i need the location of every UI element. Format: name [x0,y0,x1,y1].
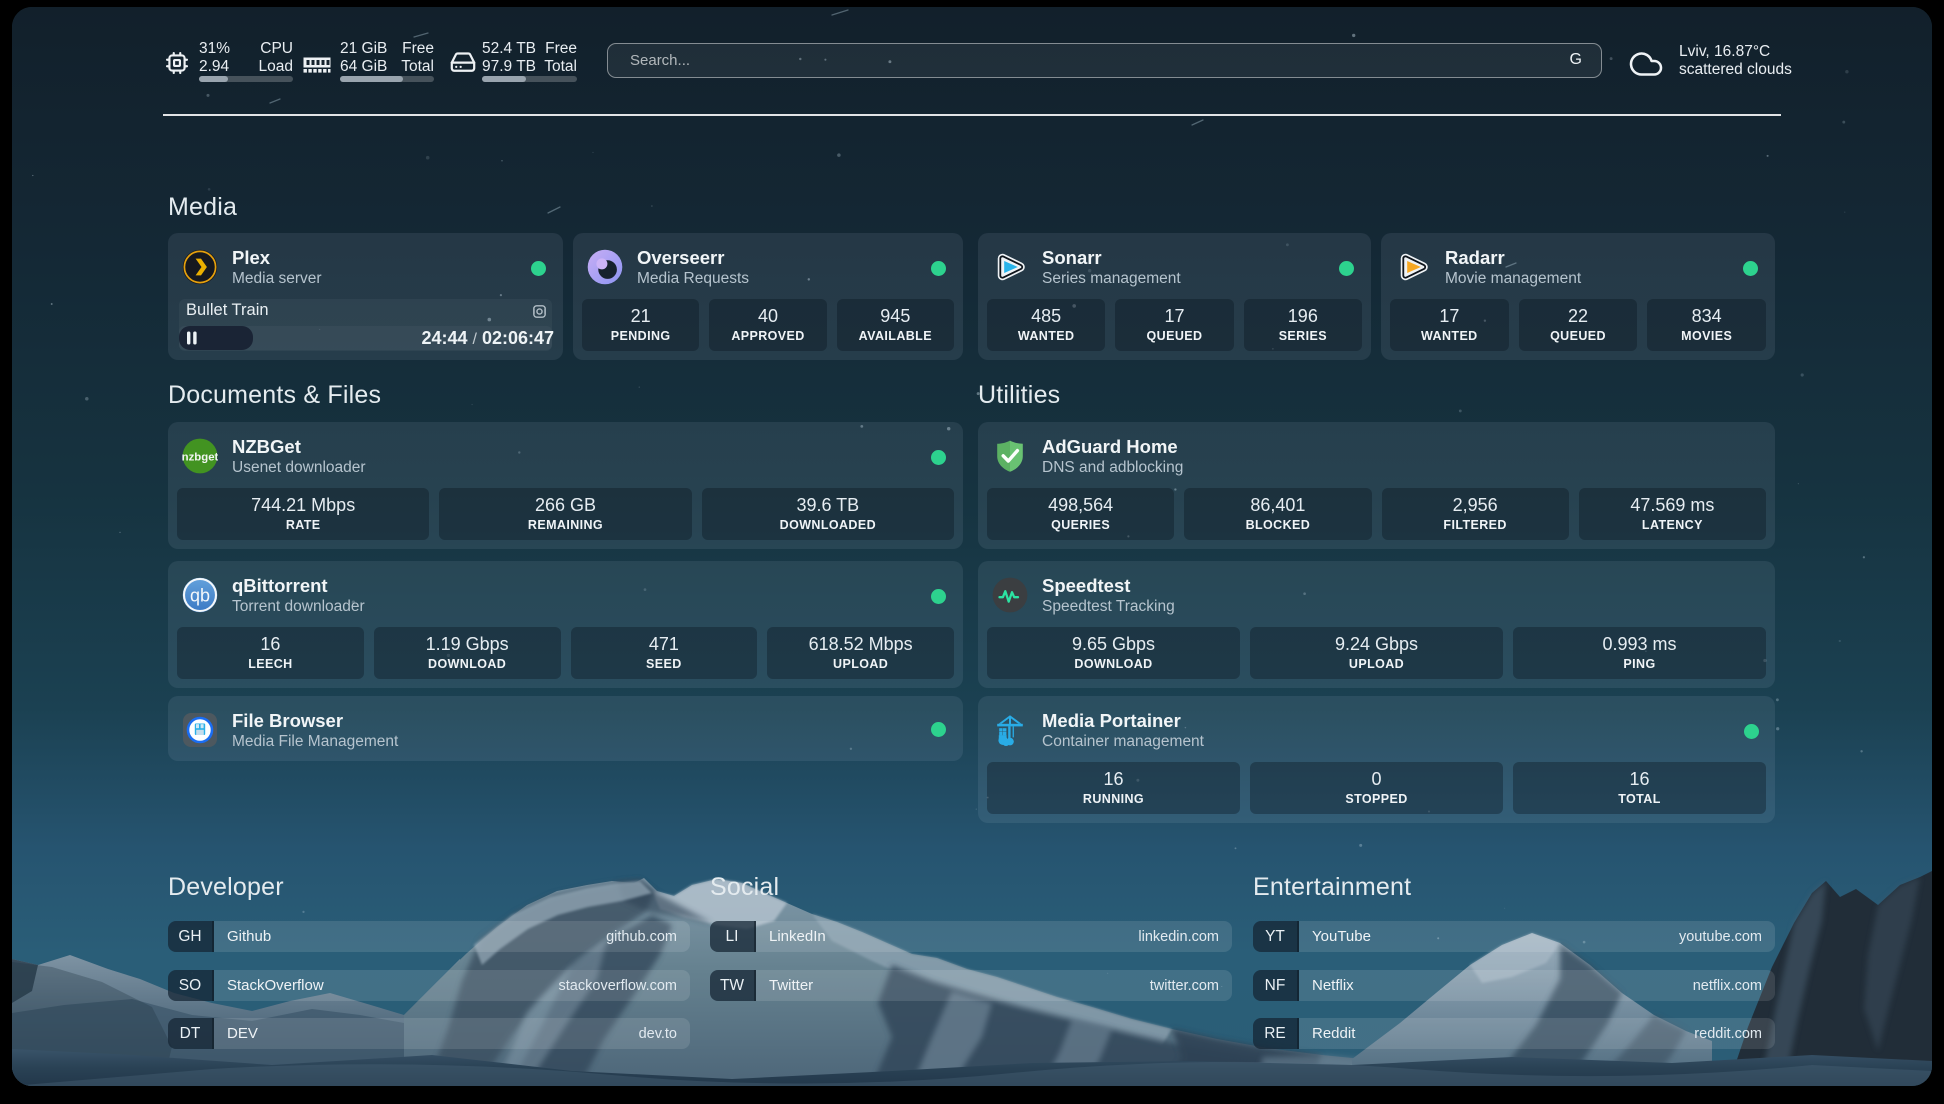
svg-text:nzbget: nzbget [182,452,218,464]
svg-text:qb: qb [190,585,210,605]
